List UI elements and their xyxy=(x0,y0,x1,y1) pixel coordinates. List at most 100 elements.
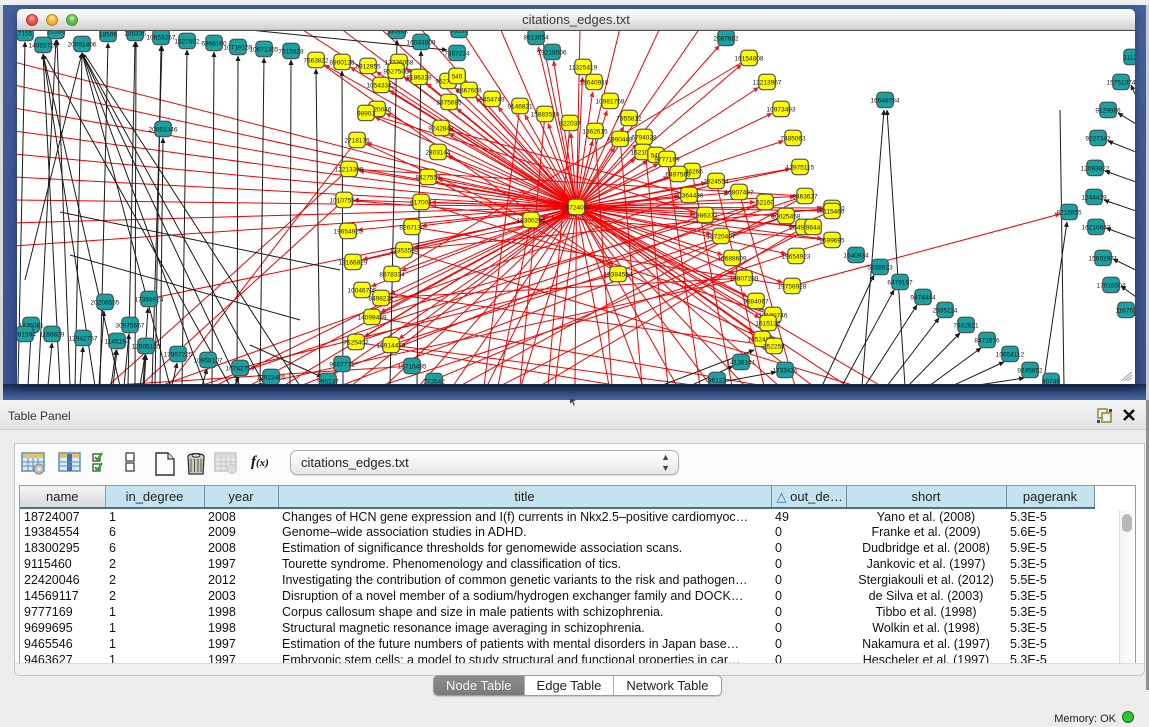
svg-text:9227342: 9227342 xyxy=(1085,136,1111,143)
svg-text:17359924: 17359924 xyxy=(135,297,164,304)
svg-text:8912955: 8912955 xyxy=(355,64,381,71)
svg-text:9242848: 9242848 xyxy=(428,126,454,133)
svg-text:10025458: 10025458 xyxy=(772,214,801,221)
svg-text:18596: 18596 xyxy=(99,32,117,39)
svg-text:7663822: 7663822 xyxy=(303,58,329,65)
svg-text:8990448: 8990448 xyxy=(607,137,633,144)
svg-text:10654112: 10654112 xyxy=(996,352,1025,359)
svg-text:14099489: 14099489 xyxy=(358,315,387,322)
svg-text:8186328: 8186328 xyxy=(406,75,432,82)
svg-text:10973493: 10973493 xyxy=(767,107,796,114)
svg-text:20206535: 20206535 xyxy=(91,300,120,307)
svg-text:9699695: 9699695 xyxy=(819,238,845,245)
svg-text:2803144: 2803144 xyxy=(425,150,451,157)
svg-text:20691406: 20691406 xyxy=(68,42,97,49)
svg-text:16154808: 16154808 xyxy=(735,56,764,63)
svg-text:995137: 995137 xyxy=(317,379,339,385)
svg-text:30975667: 30975667 xyxy=(116,323,145,330)
svg-text:2867608: 2867608 xyxy=(456,88,482,95)
svg-text:9527506: 9527506 xyxy=(383,69,409,76)
svg-text:7986372: 7986372 xyxy=(692,213,718,220)
svg-text:8498222: 8498222 xyxy=(368,296,394,303)
svg-text:10807487: 10807487 xyxy=(725,190,754,197)
svg-text:18724007: 18724007 xyxy=(562,205,591,212)
svg-text:80746: 80746 xyxy=(1042,379,1060,385)
svg-text:12923465: 12923465 xyxy=(257,375,286,382)
svg-text:12213369: 12213369 xyxy=(335,167,364,174)
svg-text:8813054: 8813054 xyxy=(523,35,549,42)
svg-text:6479197: 6479197 xyxy=(887,280,913,287)
svg-text:3824554: 3824554 xyxy=(703,179,729,186)
svg-text:252254: 252254 xyxy=(763,344,785,351)
svg-text:19384554: 19384554 xyxy=(604,272,633,279)
svg-text:1244419: 1244419 xyxy=(1081,195,1107,202)
svg-text:10671355: 10671355 xyxy=(250,47,279,54)
svg-text:96123: 96123 xyxy=(708,378,726,385)
svg-text:12505135: 12505135 xyxy=(132,344,161,351)
svg-text:16033809: 16033809 xyxy=(407,40,436,47)
svg-text:3875685: 3875685 xyxy=(436,100,462,107)
svg-text:9777169: 9777169 xyxy=(654,157,680,164)
svg-text:7625402: 7625402 xyxy=(343,340,369,347)
svg-text:7955812: 7955812 xyxy=(616,116,642,123)
svg-text:20364436: 20364436 xyxy=(675,193,704,200)
svg-text:105336: 105336 xyxy=(124,31,146,38)
svg-text:12213967: 12213967 xyxy=(753,80,782,87)
svg-text:62160: 62160 xyxy=(756,200,774,207)
svg-text:2087682: 2087682 xyxy=(713,36,739,43)
svg-text:8267130: 8267130 xyxy=(399,225,425,232)
svg-text:11123: 11123 xyxy=(1123,55,1135,62)
svg-text:822037: 822037 xyxy=(559,121,581,128)
svg-text:18640910: 18640910 xyxy=(580,80,609,87)
svg-text:12942737: 12942737 xyxy=(69,336,98,343)
svg-text:15883520: 15883520 xyxy=(531,112,560,119)
svg-text:1640934: 1640934 xyxy=(843,253,869,260)
svg-text:16914479: 16914479 xyxy=(377,343,406,350)
svg-text:12093822: 12093822 xyxy=(1081,166,1110,173)
svg-text:19654923: 19654923 xyxy=(782,254,811,261)
svg-text:14055724: 14055724 xyxy=(29,43,58,50)
svg-text:7155: 7155 xyxy=(18,31,33,38)
svg-text:10958107: 10958107 xyxy=(194,358,223,365)
svg-text:18807289: 18807289 xyxy=(730,276,759,283)
svg-text:2718176: 2718176 xyxy=(344,138,370,145)
svg-text:8427552: 8427552 xyxy=(415,175,441,182)
svg-text:9474444: 9474444 xyxy=(910,295,936,302)
svg-text:8215955: 8215955 xyxy=(1056,210,1082,217)
svg-text:19218506: 19218506 xyxy=(538,50,567,57)
svg-text:10688609: 10688609 xyxy=(718,256,747,263)
svg-text:20166: 20166 xyxy=(47,31,65,36)
svg-text:6497568: 6497568 xyxy=(665,172,691,179)
svg-text:9657771: 9657771 xyxy=(329,362,355,369)
svg-text:7632621: 7632621 xyxy=(953,323,979,330)
svg-text:7485063: 7485063 xyxy=(780,136,806,143)
svg-text:8960128: 8960128 xyxy=(329,60,355,67)
svg-text:15692971: 15692971 xyxy=(1089,256,1118,263)
svg-text:160988: 160988 xyxy=(386,31,408,36)
svg-text:10107554: 10107554 xyxy=(330,198,359,205)
svg-text:10719155: 10719155 xyxy=(224,45,253,52)
svg-text:16210643: 16210643 xyxy=(1082,225,1111,232)
svg-text:16648784: 16648784 xyxy=(871,98,900,105)
svg-text:18300295: 18300295 xyxy=(517,218,546,225)
svg-text:6794028: 6794028 xyxy=(631,135,657,142)
svg-text:9129966: 9129966 xyxy=(1095,108,1121,115)
svg-text:11325419: 11325419 xyxy=(569,65,598,72)
svg-text:10653267: 10653267 xyxy=(147,35,176,42)
svg-text:9884067: 9884067 xyxy=(743,299,769,306)
svg-text:15751074: 15751074 xyxy=(1107,80,1135,87)
svg-text:17957225: 17957225 xyxy=(164,352,193,359)
svg-text:1527602: 1527602 xyxy=(174,39,200,46)
svg-text:1145194: 1145194 xyxy=(105,339,130,346)
svg-text:5938923: 5938923 xyxy=(867,265,893,272)
svg-text:16782759: 16782759 xyxy=(226,366,255,373)
svg-text:8454749: 8454749 xyxy=(479,97,505,104)
svg-text:10543342: 10543342 xyxy=(367,83,396,90)
svg-text:9463627: 9463627 xyxy=(792,194,818,201)
svg-text:12975115: 12975115 xyxy=(786,165,815,172)
svg-text:817004: 817004 xyxy=(410,200,432,207)
svg-text:116753: 116753 xyxy=(1115,308,1135,315)
svg-text:7357224: 7357224 xyxy=(444,51,470,58)
svg-text:1362615: 1362615 xyxy=(582,129,608,136)
svg-text:98901: 98901 xyxy=(357,111,375,118)
